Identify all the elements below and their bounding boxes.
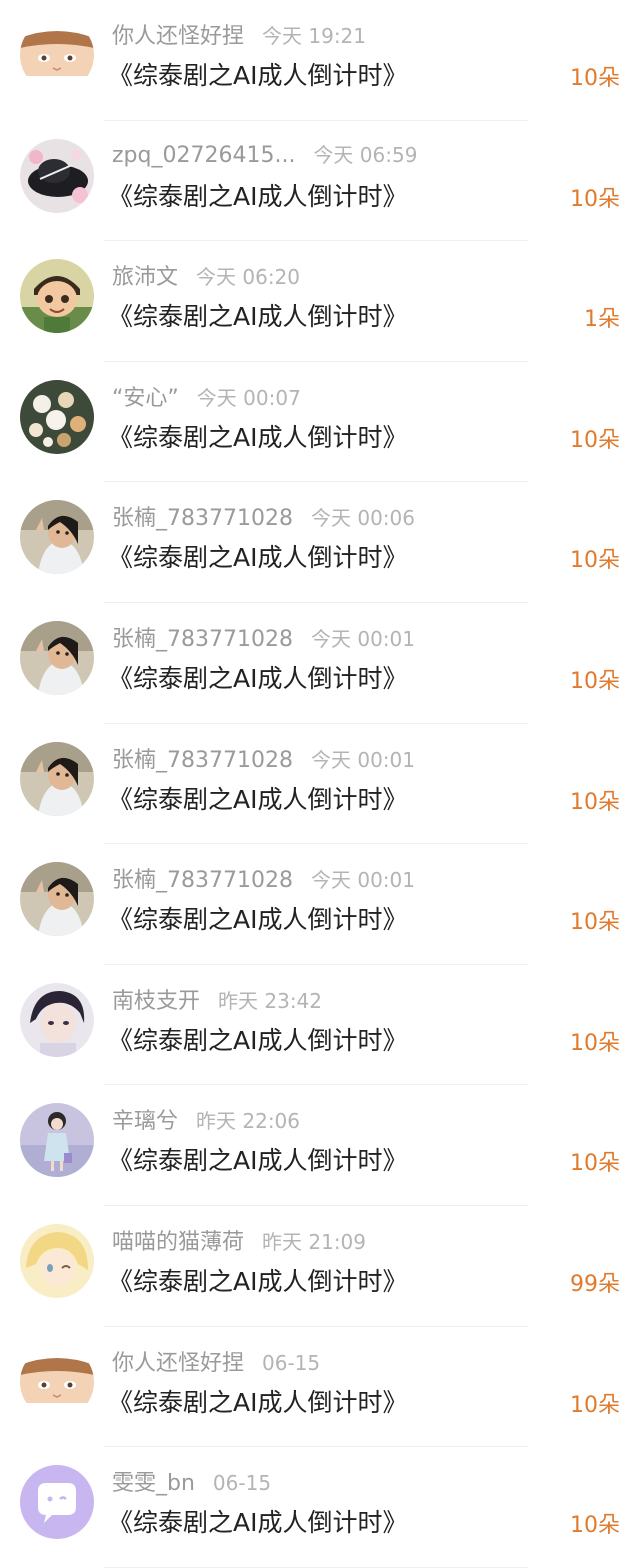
gift-record-list: 你人还怪好捏 今天 19:21 《综泰剧之AI成人倒计时》 10朵 zpq_02…: [0, 0, 640, 1568]
book-title[interactable]: 《综泰剧之AI成人倒计时》: [108, 1262, 407, 1298]
list-item[interactable]: 张楠_783771028 今天 00:01 《综泰剧之AI成人倒计时》 10朵: [0, 844, 640, 965]
list-item[interactable]: 张楠_783771028 今天 00:06 《综泰剧之AI成人倒计时》 10朵: [0, 482, 640, 603]
book-title[interactable]: 《综泰剧之AI成人倒计时》: [108, 1021, 407, 1057]
avatar-anime-man[interactable]: [20, 982, 94, 1057]
gift-count: 99朵: [570, 1271, 620, 1297]
timestamp: 今天 00:01: [310, 747, 415, 772]
gift-count: 10朵: [570, 548, 620, 574]
list-item[interactable]: 雯雯_bn 06-15 《综泰剧之AI成人倒计时》 10朵: [0, 1447, 640, 1568]
username[interactable]: 张楠_783771028: [112, 742, 293, 774]
timestamp: 今天 06:20: [196, 265, 301, 290]
meta-line: 你人还怪好捏 今天 19:21: [112, 18, 366, 50]
avatar-girl-photo[interactable]: [20, 862, 94, 937]
list-item[interactable]: 张楠_783771028 今天 00:01 《综泰剧之AI成人倒计时》 10朵: [0, 724, 640, 845]
timestamp: 今天 00:01: [310, 868, 415, 893]
username[interactable]: 你人还怪好捏: [112, 18, 244, 50]
username[interactable]: 张楠_783771028: [112, 500, 293, 532]
meta-line: 张楠_783771028 今天 00:01: [112, 742, 415, 774]
gift-count: 10朵: [570, 789, 620, 815]
book-title[interactable]: 《综泰剧之AI成人倒计时》: [108, 1383, 407, 1419]
book-title[interactable]: 《综泰剧之AI成人倒计时》: [108, 780, 407, 816]
username[interactable]: 你人还怪好捏: [112, 1345, 244, 1377]
list-item[interactable]: 你人还怪好捏 06-15 《综泰剧之AI成人倒计时》 10朵: [0, 1327, 640, 1448]
username[interactable]: 雯雯_bn: [112, 1465, 195, 1497]
meta-line: 张楠_783771028 今天 00:06: [112, 500, 415, 532]
gift-count: 10朵: [570, 668, 620, 694]
avatar-girl-photo[interactable]: [20, 741, 94, 816]
avatar-anime-boy[interactable]: [20, 1344, 94, 1419]
book-title[interactable]: 《综泰剧之AI成人倒计时》: [108, 1503, 407, 1539]
avatar-cartoon-girl[interactable]: [20, 1103, 94, 1178]
list-item[interactable]: “安心” 今天 00:07 《综泰剧之AI成人倒计时》 10朵: [0, 362, 640, 483]
meta-line: “安心” 今天 00:07: [112, 380, 301, 412]
meta-line: 旅沛文 今天 06:20: [112, 259, 300, 291]
list-item[interactable]: 辛璃兮 昨天 22:06 《综泰剧之AI成人倒计时》 10朵: [0, 1085, 640, 1206]
avatar-bouquet[interactable]: [20, 379, 94, 454]
gift-count: 10朵: [570, 1513, 620, 1539]
book-title[interactable]: 《综泰剧之AI成人倒计时》: [108, 177, 407, 213]
avatar-hat-flowers[interactable]: [20, 138, 94, 213]
meta-line: 雯雯_bn 06-15: [112, 1465, 271, 1497]
book-title[interactable]: 《综泰剧之AI成人倒计时》: [108, 538, 407, 574]
gift-count: 10朵: [570, 66, 620, 91]
avatar-girl-photo[interactable]: [20, 500, 94, 575]
meta-line: 南枝支开 昨天 23:42: [112, 983, 322, 1015]
gift-count: 10朵: [570, 1151, 620, 1177]
meta-line: 辛璃兮 昨天 22:06: [112, 1103, 300, 1135]
timestamp: 今天 19:21: [262, 24, 367, 48]
book-title[interactable]: 《综泰剧之AI成人倒计时》: [108, 56, 407, 92]
meta-line: 张楠_783771028 今天 00:01: [112, 621, 415, 653]
timestamp: 昨天 23:42: [218, 988, 323, 1013]
username[interactable]: 辛璃兮: [112, 1103, 178, 1135]
book-title[interactable]: 《综泰剧之AI成人倒计时》: [108, 900, 407, 936]
username[interactable]: 张楠_783771028: [112, 621, 293, 653]
timestamp: 06-15: [262, 1350, 321, 1375]
avatar-blonde-anime[interactable]: [20, 1223, 94, 1298]
timestamp: 今天 00:01: [310, 626, 415, 651]
timestamp: 今天 00:07: [196, 385, 301, 410]
gift-count: 10朵: [570, 910, 620, 936]
gift-count: 10朵: [570, 1392, 620, 1418]
username[interactable]: 喵喵的猫薄荷: [112, 1224, 244, 1256]
book-title[interactable]: 《综泰剧之AI成人倒计时》: [108, 297, 407, 333]
list-item[interactable]: 南枝支开 昨天 23:42 《综泰剧之AI成人倒计时》 10朵: [0, 965, 640, 1086]
timestamp: 昨天 21:09: [262, 1229, 367, 1254]
timestamp: 今天 06:59: [313, 142, 418, 167]
meta-line: zpq_02726415... 今天 06:59: [112, 139, 417, 171]
list-item[interactable]: 你人还怪好捏 今天 19:21 《综泰剧之AI成人倒计时》 10朵: [0, 0, 640, 121]
avatar-anime-boy[interactable]: [20, 18, 94, 92]
avatar-cartoon-boy[interactable]: [20, 259, 94, 334]
meta-line: 张楠_783771028 今天 00:01: [112, 862, 415, 894]
meta-line: 你人还怪好捏 06-15: [112, 1345, 320, 1377]
list-item[interactable]: 张楠_783771028 今天 00:01 《综泰剧之AI成人倒计时》 10朵: [0, 603, 640, 724]
meta-line: 喵喵的猫薄荷 昨天 21:09: [112, 1224, 366, 1256]
list-item[interactable]: zpq_02726415... 今天 06:59 《综泰剧之AI成人倒计时》 1…: [0, 121, 640, 242]
avatar-girl-photo[interactable]: [20, 620, 94, 695]
timestamp: 昨天 22:06: [196, 1109, 301, 1134]
gift-count: 10朵: [570, 1030, 620, 1056]
timestamp: 06-15: [212, 1471, 272, 1496]
username[interactable]: zpq_02726415...: [112, 143, 295, 168]
username[interactable]: 旅沛文: [112, 259, 178, 291]
gift-count: 10朵: [570, 186, 620, 212]
book-title[interactable]: 《综泰剧之AI成人倒计时》: [108, 1141, 407, 1177]
book-title[interactable]: 《综泰剧之AI成人倒计时》: [108, 418, 407, 454]
username[interactable]: “安心”: [112, 380, 179, 412]
avatar-chat-bubble[interactable]: [20, 1465, 94, 1540]
list-item[interactable]: 旅沛文 今天 06:20 《综泰剧之AI成人倒计时》 1朵: [0, 241, 640, 362]
list-item[interactable]: 喵喵的猫薄荷 昨天 21:09 《综泰剧之AI成人倒计时》 99朵: [0, 1206, 640, 1327]
username[interactable]: 张楠_783771028: [112, 862, 293, 894]
gift-count: 10朵: [570, 427, 620, 453]
gift-count: 1朵: [584, 307, 620, 333]
book-title[interactable]: 《综泰剧之AI成人倒计时》: [108, 659, 407, 695]
username[interactable]: 南枝支开: [112, 983, 200, 1015]
timestamp: 今天 00:06: [310, 506, 415, 531]
